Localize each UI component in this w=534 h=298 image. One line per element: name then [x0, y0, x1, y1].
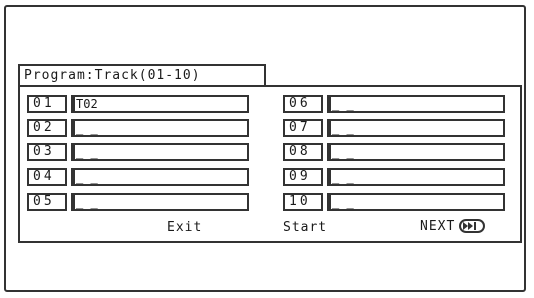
track-value-field[interactable]: _ _	[327, 168, 505, 186]
track-value-field[interactable]: _ _	[71, 168, 249, 186]
skip-next-icon	[459, 218, 486, 233]
track-row-02[interactable]: 02 _ _	[27, 118, 249, 138]
track-number: 02	[27, 119, 67, 137]
track-number: 08	[283, 143, 323, 161]
track-number: 01	[27, 95, 67, 113]
track-number: 09	[283, 168, 323, 186]
track-number: 07	[283, 119, 323, 137]
track-value-field[interactable]: _ _	[327, 95, 505, 113]
track-value-field[interactable]: _ _	[327, 119, 505, 137]
program-title: Program:Track(01-10)	[18, 64, 266, 86]
track-row-05[interactable]: 05 _ _	[27, 192, 249, 212]
track-row-10[interactable]: 10 _ _	[283, 192, 505, 212]
track-value-field[interactable]: _ _	[327, 193, 505, 211]
track-value-field[interactable]: T02	[71, 95, 249, 113]
track-row-03[interactable]: 03 _ _	[27, 142, 249, 162]
track-value-field[interactable]: _ _	[327, 143, 505, 161]
track-row-06[interactable]: 06 _ _	[283, 94, 505, 114]
exit-button[interactable]: Exit	[167, 220, 202, 235]
track-value-field[interactable]: _ _	[71, 143, 249, 161]
track-number: 03	[27, 143, 67, 161]
track-row-01[interactable]: 01 T02	[27, 94, 249, 114]
next-label: NEXT	[420, 219, 456, 234]
track-row-04[interactable]: 04 _ _	[27, 167, 249, 187]
start-button[interactable]: Start	[283, 220, 327, 235]
track-row-08[interactable]: 08 _ _	[283, 142, 505, 162]
track-number: 06	[283, 95, 323, 113]
track-row-07[interactable]: 07 _ _	[283, 118, 505, 138]
track-row-09[interactable]: 09 _ _	[283, 167, 505, 187]
next-button[interactable]: NEXT	[420, 218, 486, 234]
track-value-field[interactable]: _ _	[71, 119, 249, 137]
track-value-field[interactable]: _ _	[71, 193, 249, 211]
track-number: 05	[27, 193, 67, 211]
track-number: 10	[283, 193, 323, 211]
track-number: 04	[27, 168, 67, 186]
